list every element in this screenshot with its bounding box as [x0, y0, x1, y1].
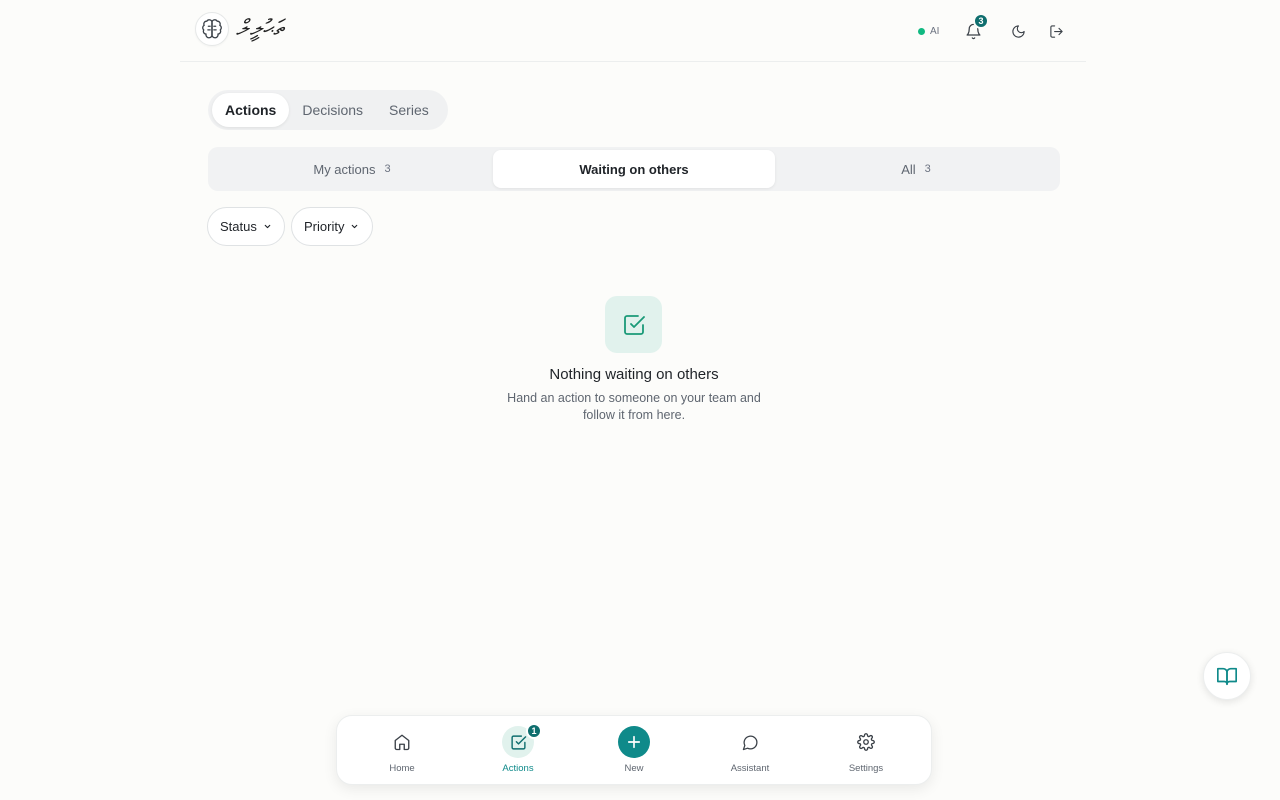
segment-count: 3: [924, 163, 931, 175]
empty-state-title: Nothing waiting on others: [549, 366, 719, 383]
notifications-badge: 3: [973, 13, 989, 29]
logo[interactable]: [195, 12, 229, 46]
home-icon: [393, 733, 411, 751]
nav-label: New: [624, 763, 644, 774]
main-tabs: Actions Decisions Series: [208, 90, 448, 130]
segment-waiting-on-others[interactable]: Waiting on others: [493, 150, 775, 188]
tab-decisions[interactable]: Decisions: [289, 93, 376, 127]
guide-button[interactable]: [1203, 652, 1251, 700]
ai-status[interactable]: AI: [908, 20, 944, 42]
app-name: ތަޙުލީލް: [236, 16, 285, 41]
empty-state-description: Hand an action to someone on your team a…: [507, 391, 761, 422]
status-filter[interactable]: Status: [207, 207, 285, 246]
check-square-icon: [510, 734, 527, 751]
gear-icon: [857, 733, 875, 751]
action-filter-tabs: My actions 3 Waiting on others All 3: [208, 147, 1060, 191]
tab-series[interactable]: Series: [376, 93, 442, 127]
logout-button[interactable]: [1043, 18, 1069, 44]
check-square-icon: [622, 313, 646, 337]
logout-icon: [1049, 24, 1064, 39]
segment-count: 3: [384, 163, 391, 175]
book-icon: [1216, 665, 1238, 687]
segment-label: All: [901, 161, 916, 177]
ai-label: AI: [930, 25, 940, 37]
nav-label: Assistant: [730, 763, 770, 774]
tab-actions[interactable]: Actions: [212, 93, 290, 127]
segment-label: Waiting on others: [579, 161, 689, 177]
nav-icon: [618, 726, 650, 758]
bottom-navigation: Home 1 Actions New Assistant Settings: [336, 715, 932, 785]
segment-my-actions[interactable]: My actions 3: [211, 150, 493, 188]
nav-assistant[interactable]: Assistant: [710, 716, 790, 786]
nav-icon: [386, 726, 418, 758]
nav-new[interactable]: New: [594, 716, 674, 786]
empty-state-icon-box: [605, 296, 662, 353]
priority-filter-label: Priority: [304, 219, 345, 234]
nav-label: Settings: [848, 763, 884, 774]
nav-actions[interactable]: 1 Actions: [478, 716, 558, 786]
nav-label: Home: [389, 763, 415, 774]
plus-icon: [625, 733, 643, 751]
segment-label: My actions: [313, 161, 376, 177]
chevron-down-icon: [350, 222, 359, 231]
status-filter-label: Status: [220, 219, 257, 234]
chevron-down-icon: [263, 222, 272, 231]
notifications-button[interactable]: 3: [960, 13, 989, 44]
nav-icon: [850, 726, 882, 758]
chat-icon: [742, 734, 759, 751]
nav-home[interactable]: Home: [362, 716, 442, 786]
brain-icon: [201, 18, 223, 40]
nav-settings[interactable]: Settings: [826, 716, 906, 786]
theme-toggle-button[interactable]: [1005, 18, 1031, 44]
nav-actions-badge: 1: [526, 723, 542, 739]
ai-status-dot: [918, 27, 925, 35]
app-header: ތަޙުލީލް AI 3: [180, 0, 1086, 62]
segment-all[interactable]: All 3: [775, 150, 1057, 188]
moon-icon: [1011, 24, 1026, 39]
priority-filter[interactable]: Priority: [291, 207, 373, 246]
nav-label: Actions: [502, 763, 534, 774]
nav-icon: [734, 726, 766, 758]
